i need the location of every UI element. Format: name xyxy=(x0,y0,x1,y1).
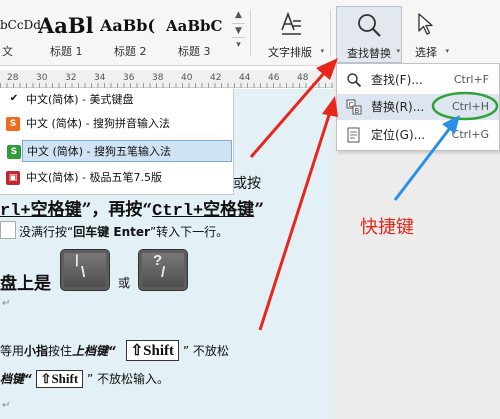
annotation-label: 快捷键 xyxy=(360,217,414,238)
cursor-arrow-icon xyxy=(418,13,433,35)
search-icon xyxy=(358,14,381,37)
menu-item-label: 查找(F)... xyxy=(371,73,423,87)
style-tile-heading2[interactable]: AaBb( 标题 2 xyxy=(100,10,166,58)
style-sample: AaBbC xyxy=(166,17,223,35)
ribbon-divider xyxy=(330,10,331,56)
doc-text: 没满行按“ xyxy=(19,225,74,239)
ribbon-divider xyxy=(250,10,251,56)
ime-item-sogou-wubi[interactable]: S 中文 (简体) - 搜狗五笔输入法 xyxy=(7,140,232,162)
shift-key-box: ⇧Shift xyxy=(35,370,84,388)
jipin-wubi-icon: ▣ xyxy=(6,171,20,185)
doc-text: 按住 xyxy=(48,344,73,358)
doc-text: 或 xyxy=(118,276,131,290)
shift-key-box: ⇧Shift xyxy=(125,340,180,361)
doc-text: 等用 xyxy=(0,344,25,358)
doc-key-text: rl+空格键 xyxy=(0,202,82,221)
doc-text: 或按 xyxy=(233,176,261,192)
style-name: 标题 2 xyxy=(114,45,147,58)
style-name: 文 xyxy=(2,45,13,58)
doc-key-text: Ctrl+空格键 xyxy=(152,202,255,221)
doc-text: ”转入下一行。 xyxy=(149,225,229,239)
text-layout-icon xyxy=(281,12,301,35)
doc-line: rl+空格键”，再按“Ctrl+空格键” xyxy=(0,195,264,221)
menu-item-replace[interactable]: C B 替换(R)... Ctrl+H xyxy=(337,94,499,120)
text-layout-label: 文字排版 xyxy=(268,46,312,59)
menu-item-shortcut: Ctrl+H xyxy=(451,100,489,113)
gallery-expand-icon[interactable]: ▾ xyxy=(232,38,245,53)
ime-item-label: 中文(简体) - 极品五笔7.5版 xyxy=(26,171,163,184)
search-icon xyxy=(347,73,362,88)
doc-text: 盘上是 xyxy=(0,274,51,294)
menu-item-find[interactable]: 查找(F)... Ctrl+F xyxy=(337,67,499,93)
dropdown-arrow-icon: ▾ xyxy=(320,47,324,55)
select-label: 选择 xyxy=(415,46,437,59)
ime-list: ✔ 中文(简体) - 美式键盘 S 中文 (简体) - 搜狗拼音输入法 S 中文… xyxy=(0,89,234,195)
paragraph-mark: ↵ xyxy=(2,298,11,309)
doc-bold-text: 小指 xyxy=(24,344,49,358)
menu-item-label: 定位(G)... xyxy=(371,128,426,142)
doc-text: ” 不放松输入。 xyxy=(87,372,170,386)
menu-item-label: 替换(R)... xyxy=(371,100,425,114)
find-replace-label: 查找替换 xyxy=(347,47,391,60)
menu-item-goto[interactable]: 定位(G)... Ctrl+G xyxy=(337,122,499,148)
style-gallery-scroll[interactable]: ▲ ▼ ▾ xyxy=(232,8,245,56)
doc-text: ” 不放松 xyxy=(182,344,229,358)
dropdown-arrow-icon: ▾ xyxy=(445,47,449,55)
ruler-number: 44 xyxy=(239,73,251,83)
ribbon: bCcDd 文 AaBl 标题 1 AaBb( 标题 2 AaBbC 标题 3 … xyxy=(0,0,500,66)
horizontal-ruler: 28 30 32 34 36 38 40 42 44 46 48 xyxy=(0,70,333,88)
ruler-number: 28 xyxy=(7,73,19,83)
backslash-key-image: | \ xyxy=(60,249,110,291)
ruler-number: 46 xyxy=(268,73,280,83)
replace-icon: C B xyxy=(346,99,362,115)
paragraph-mark: ↵ xyxy=(2,400,11,411)
chevron-up-icon[interactable]: ▲ xyxy=(232,8,245,23)
style-tile-heading1[interactable]: AaBl 标题 1 xyxy=(38,10,100,58)
ruler-number: 30 xyxy=(36,73,48,83)
frame-icon[interactable] xyxy=(0,221,16,239)
style-tile-heading3[interactable]: AaBbC 标题 3 xyxy=(166,10,232,58)
ruler-number: 36 xyxy=(123,73,135,83)
ruler-number: 48 xyxy=(297,73,309,83)
ruler-number: 32 xyxy=(65,73,77,83)
menu-item-shortcut: Ctrl+G xyxy=(451,128,489,141)
ime-item-label: 中文 (简体) - 搜狗五笔输入法 xyxy=(27,145,172,158)
ime-item-label: 中文 (简体) - 搜狗拼音输入法 xyxy=(26,117,171,130)
ruler-number: 42 xyxy=(210,73,222,83)
style-name: 标题 1 xyxy=(50,45,83,58)
ime-item-sogou-pinyin[interactable]: S 中文 (简体) - 搜狗拼音输入法 xyxy=(6,113,232,135)
text-layout-button[interactable]: 文字排版 ▾ xyxy=(256,6,324,62)
style-sample: AaBl xyxy=(38,13,94,38)
goto-page-icon xyxy=(347,127,360,143)
menu-item-shortcut: Ctrl+F xyxy=(453,73,489,86)
ruler-ticks xyxy=(0,83,333,88)
find-replace-menu: 查找(F)... Ctrl+F C B 替换(R)... Ctrl+H 定位(G… xyxy=(336,63,500,151)
doc-italic-text: 档键“ xyxy=(0,372,32,386)
check-icon: ✔ xyxy=(9,93,19,104)
ruler-number: 40 xyxy=(181,73,193,83)
doc-text: ” xyxy=(254,200,264,220)
ime-item-us-keyboard[interactable]: ✔ 中文(简体) - 美式键盘 xyxy=(10,89,232,111)
find-replace-button[interactable]: 查找替换 ▾ xyxy=(336,6,402,63)
style-name: 标题 3 xyxy=(178,45,211,58)
doc-line: 等用小指按住上档键“ ⇧Shift ” 不放松 xyxy=(0,340,229,361)
doc-italic-text: 上档键“ xyxy=(72,344,116,358)
dropdown-arrow-icon: ▾ xyxy=(396,47,400,55)
ime-item-label: 中文(简体) - 美式键盘 xyxy=(26,93,134,106)
doc-line: 没满行按“回车键 Enter”转入下一行。 xyxy=(19,223,228,240)
doc-bold-text: 回车键 Enter xyxy=(73,225,150,239)
slash-key-image: ? / xyxy=(138,249,188,291)
style-sample: AaBb( xyxy=(100,16,156,35)
svg-text:B: B xyxy=(355,107,360,115)
chevron-down-icon[interactable]: ▼ xyxy=(232,23,245,38)
style-gallery: bCcDd 文 AaBl 标题 1 AaBb( 标题 2 AaBbC 标题 3 xyxy=(0,8,240,60)
sogou-pinyin-icon: S xyxy=(6,117,20,131)
sogou-wubi-icon: S xyxy=(7,145,21,159)
ruler-number: 34 xyxy=(94,73,106,83)
select-button[interactable]: 选择 ▾ xyxy=(405,6,449,62)
doc-text: ”，再按“ xyxy=(81,200,153,220)
ruler-number: 38 xyxy=(152,73,164,83)
ime-item-jipin-wubi[interactable]: ▣ 中文(简体) - 极品五笔7.5版 xyxy=(6,167,232,189)
doc-line: 档键“ ⇧Shift ” 不放松输入。 xyxy=(0,370,169,388)
